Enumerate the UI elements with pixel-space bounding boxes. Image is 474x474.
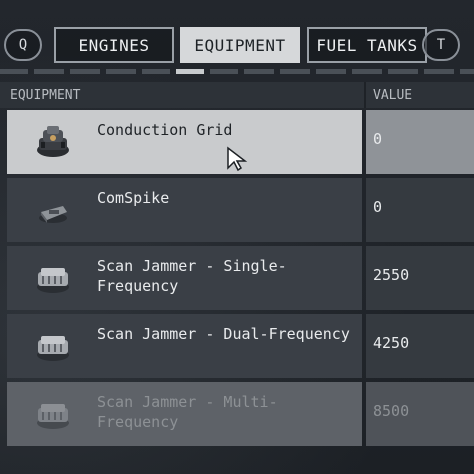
table-row[interactable]: Scan Jammer - Single-Frequency 2550 (7, 246, 474, 310)
pager-segment (316, 69, 346, 74)
value-cell: 2550 (366, 246, 474, 310)
table-row[interactable]: ComSpike 0 (7, 178, 474, 242)
pager-segment (0, 69, 28, 74)
scan-jammer-module-icon (37, 336, 69, 361)
equipment-cell: Conduction Grid (7, 110, 362, 174)
pager-segment (280, 69, 310, 74)
column-header-equipment[interactable]: EQUIPMENT (10, 88, 80, 103)
column-divider (364, 82, 366, 108)
pager-segment (210, 69, 238, 74)
equipment-name: Scan Jammer - Single-Frequency (97, 257, 287, 295)
pager-segment (70, 69, 100, 74)
tab-equipment[interactable]: EQUIPMENT (180, 27, 300, 63)
t-key-hint[interactable]: T (422, 29, 460, 61)
pager-segment (142, 69, 170, 74)
pager-segment (424, 69, 454, 74)
column-header-value[interactable]: VALUE (373, 88, 412, 103)
scan-jammer-module-icon (37, 404, 69, 429)
scan-jammer-module-icon (37, 268, 69, 293)
pager-segment (460, 69, 474, 74)
equipment-value: 0 (373, 130, 383, 148)
pager-segment (388, 69, 418, 74)
pager-segment (352, 69, 382, 74)
value-cell: 8500 (366, 382, 474, 446)
q-key-hint[interactable]: Q (4, 29, 42, 61)
tab-bar: Q ENGINES EQUIPMENT FUEL TANKS T (0, 26, 474, 66)
equipment-value: 8500 (373, 402, 410, 420)
comspike-module-icon (39, 206, 67, 223)
equipment-name: ComSpike (97, 189, 170, 207)
equipment-name: Conduction Grid (97, 121, 233, 139)
equipment-value: 0 (373, 198, 383, 216)
equipment-cell: Scan Jammer - Multi-Frequency (7, 382, 362, 446)
value-cell: 0 (366, 178, 474, 242)
table-header: EQUIPMENT VALUE (0, 82, 474, 108)
tab-engines[interactable]: ENGINES (54, 27, 174, 63)
equipment-cell: Scan Jammer - Single-Frequency (7, 246, 362, 310)
value-cell: 4250 (366, 314, 474, 378)
scroll-pager (0, 68, 474, 76)
pager-segment (106, 69, 136, 74)
equipment-cell: Scan Jammer - Dual-Frequency (7, 314, 362, 378)
table-row[interactable]: Scan Jammer - Dual-Frequency 4250 (7, 314, 474, 378)
equipment-name: Scan Jammer - Multi-Frequency (97, 393, 278, 431)
equipment-cell: ComSpike (7, 178, 362, 242)
mouse-cursor-icon (227, 146, 248, 172)
value-cell: 0 (366, 110, 474, 174)
table-row[interactable]: Scan Jammer - Multi-Frequency 8500 (7, 382, 474, 446)
equipment-name: Scan Jammer - Dual-Frequency (97, 325, 350, 343)
equipment-value: 2550 (373, 266, 410, 284)
tab-fuel-tanks[interactable]: FUEL TANKS (307, 27, 427, 63)
pager-segment-active (176, 69, 204, 74)
pager-segment (34, 69, 64, 74)
equipment-value: 4250 (373, 334, 410, 352)
conduction-grid-module-icon (37, 126, 69, 157)
pager-segment (244, 69, 274, 74)
